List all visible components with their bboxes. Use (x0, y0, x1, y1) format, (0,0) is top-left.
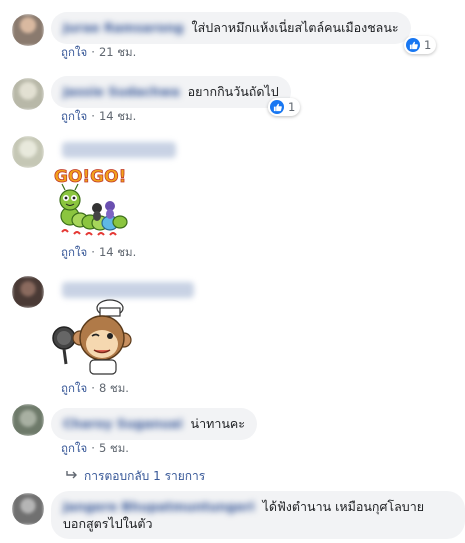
commenter-name[interactable] (62, 282, 194, 298)
avatar[interactable] (12, 14, 44, 46)
comment-bubble: Jurae Ramsarong ใส่ปลาหมึกแห้งเนี่ยสไตล์… (51, 12, 411, 44)
comment-actions: ถูกใจ · 5 ชม. (61, 440, 129, 458)
commenter-name[interactable]: Charoy Suganuai (63, 415, 183, 432)
like-button[interactable]: ถูกใจ (61, 381, 87, 395)
gogo-caterpillar-sticker: GO!GO! (52, 162, 134, 242)
like-reaction-icon (270, 100, 284, 114)
comment-timestamp[interactable]: 5 ชม. (99, 441, 129, 455)
view-replies-link[interactable]: การตอบกลับ 1 รายการ (66, 467, 205, 486)
comment-timestamp[interactable]: 14 ชม. (99, 245, 136, 259)
avatar-image (12, 276, 44, 308)
commenter-name[interactable]: Jurae Ramsarong (63, 19, 184, 36)
like-reaction-icon (406, 38, 420, 52)
avatar[interactable] (12, 78, 44, 110)
comment-text: น่าทานคะ (190, 416, 245, 431)
avatar[interactable] (12, 136, 44, 168)
separator-dot: · (91, 45, 95, 59)
reaction-number: 1 (288, 100, 296, 114)
comment-bubble: Jangere Bhupatmuntungeri ได้ฟังตำนาน เหม… (51, 491, 465, 539)
reaction-count[interactable]: 1 (268, 98, 301, 116)
view-replies-label: การตอบกลับ 1 รายการ (84, 469, 206, 483)
commenter-name[interactable] (62, 142, 176, 158)
avatar[interactable] (12, 493, 44, 525)
reaction-number: 1 (424, 38, 432, 52)
like-button[interactable]: ถูกใจ (61, 245, 87, 259)
separator-dot: · (91, 109, 95, 123)
like-button[interactable]: ถูกใจ (61, 109, 87, 123)
reply-arrow-icon (66, 469, 78, 483)
comment-timestamp[interactable]: 8 ชม. (99, 381, 129, 395)
comment-actions: ถูกใจ · 8 ชม. (61, 380, 129, 398)
avatar-image (12, 404, 44, 436)
separator-dot: · (91, 245, 95, 259)
comment-actions: ถูกใจ · 14 ชม. (61, 108, 136, 126)
sticker-caption: GO!GO! (54, 167, 126, 187)
comment-text-continued: บอกสูตรไปในตัว (63, 516, 153, 531)
comment-actions: ถูกใจ · 21 ชม. (61, 44, 136, 62)
avatar-image (12, 136, 44, 168)
avatar-image (12, 14, 44, 46)
comment-timestamp[interactable]: 14 ชม. (99, 109, 136, 123)
comment-actions: ถูกใจ · 14 ชม. (61, 244, 136, 262)
avatar-image (12, 78, 44, 110)
separator-dot: · (91, 441, 95, 455)
chef-monkey-sticker (48, 298, 134, 376)
reaction-count[interactable]: 1 (404, 36, 437, 54)
separator-dot: · (91, 381, 95, 395)
comment-bubble: Charoy Suganuai น่าทานคะ (51, 408, 257, 440)
commenter-name[interactable]: Jangere Bhupatmuntungeri (63, 498, 255, 515)
like-button[interactable]: ถูกใจ (61, 441, 87, 455)
comment-timestamp[interactable]: 21 ชม. (99, 45, 136, 59)
commenter-name[interactable]: Jassie Sudachwa (63, 83, 180, 100)
avatar[interactable] (12, 404, 44, 436)
comment-text: อยากกินวันถัดไป (187, 84, 279, 99)
comment-bubble: Jassie Sudachwa อยากกินวันถัดไป (51, 76, 291, 108)
comment-text: ใส่ปลาหมึกแห้งเนี่ยสไตล์คนเมืองชลนะ (191, 20, 399, 35)
like-button[interactable]: ถูกใจ (61, 45, 87, 59)
avatar[interactable] (12, 276, 44, 308)
comment-text: ได้ฟังตำนาน เหมือนกุศโลบาย (262, 499, 425, 514)
avatar-image (12, 493, 44, 525)
